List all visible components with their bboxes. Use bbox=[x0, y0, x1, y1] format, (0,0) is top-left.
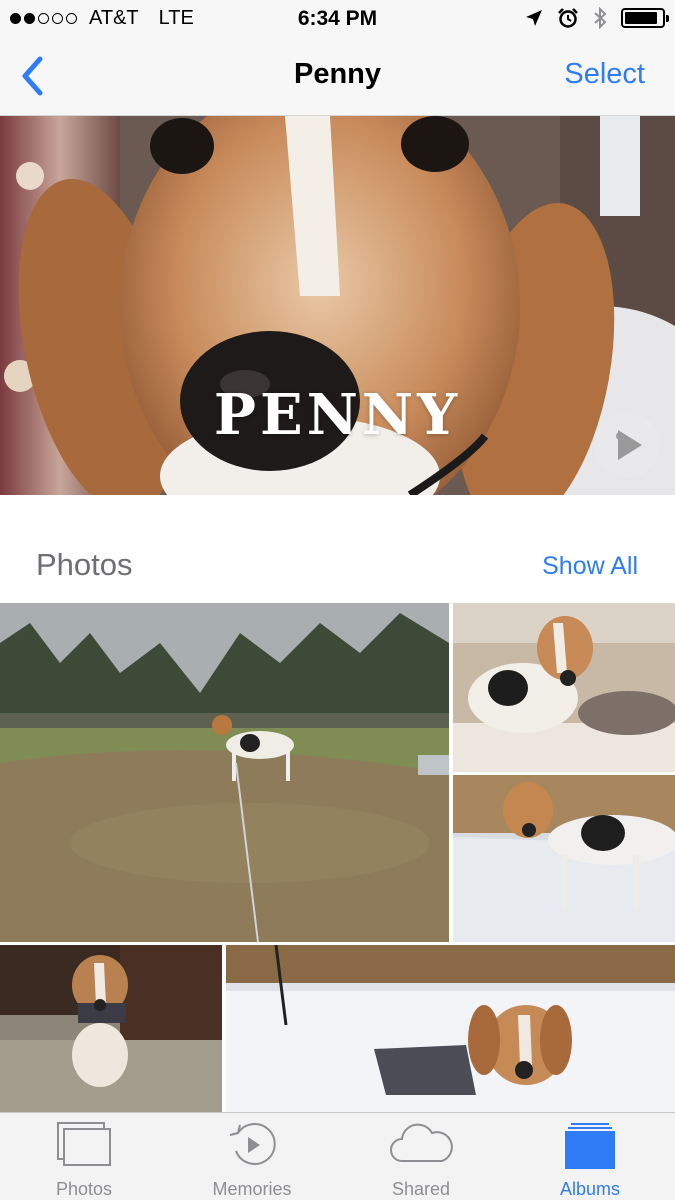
tab-shared[interactable]: Shared bbox=[337, 1113, 505, 1200]
bluetooth-icon bbox=[594, 7, 607, 29]
select-button[interactable]: Select bbox=[564, 58, 645, 91]
photo-beagle-couch bbox=[453, 603, 675, 772]
alarm-clock-icon bbox=[558, 8, 578, 28]
tab-bar: Photos Memories Shared Albums bbox=[0, 1112, 675, 1200]
status-right bbox=[525, 7, 669, 29]
play-button[interactable] bbox=[594, 412, 660, 478]
cloud-icon bbox=[390, 1123, 453, 1162]
photo-beagle-tile-floor bbox=[0, 945, 222, 1112]
photo-beagle-coat-snow bbox=[226, 945, 675, 1112]
tab-label: Photos bbox=[55, 1179, 113, 1199]
section-title: Photos bbox=[36, 547, 133, 582]
photo-beagle-snow bbox=[453, 775, 675, 942]
memories-play-icon bbox=[229, 1123, 276, 1165]
tab-label: Albums bbox=[559, 1179, 621, 1199]
location-arrow-icon bbox=[526, 10, 542, 26]
show-all-button[interactable]: Show All bbox=[542, 552, 638, 581]
battery-icon bbox=[621, 8, 669, 28]
photo-thumbnail[interactable] bbox=[453, 603, 675, 772]
status-bar: AT&T LTE 6:34 PM bbox=[0, 0, 675, 38]
tab-label: Memories bbox=[212, 1179, 292, 1199]
memory-title: PENNY bbox=[213, 382, 462, 448]
tab-photos[interactable]: Photos bbox=[0, 1113, 168, 1200]
photo-beagle-field bbox=[0, 603, 449, 942]
photo-thumbnail[interactable] bbox=[0, 945, 222, 1112]
photo-thumbnail[interactable] bbox=[226, 945, 675, 1112]
photos-section-header: Photos Show All bbox=[0, 495, 675, 603]
memory-hero-image[interactable]: PENNY bbox=[0, 116, 675, 495]
photo-thumbnail[interactable] bbox=[453, 775, 675, 942]
tab-memories[interactable]: Memories bbox=[168, 1113, 336, 1200]
navigation-bar: Penny Select bbox=[0, 38, 675, 116]
tab-albums[interactable]: Albums bbox=[506, 1113, 674, 1200]
photo-thumbnail[interactable] bbox=[0, 603, 449, 942]
tab-label: Shared bbox=[391, 1179, 451, 1199]
albums-icon bbox=[565, 1123, 615, 1169]
play-icon bbox=[618, 430, 642, 460]
photos-stack-icon bbox=[57, 1122, 111, 1166]
